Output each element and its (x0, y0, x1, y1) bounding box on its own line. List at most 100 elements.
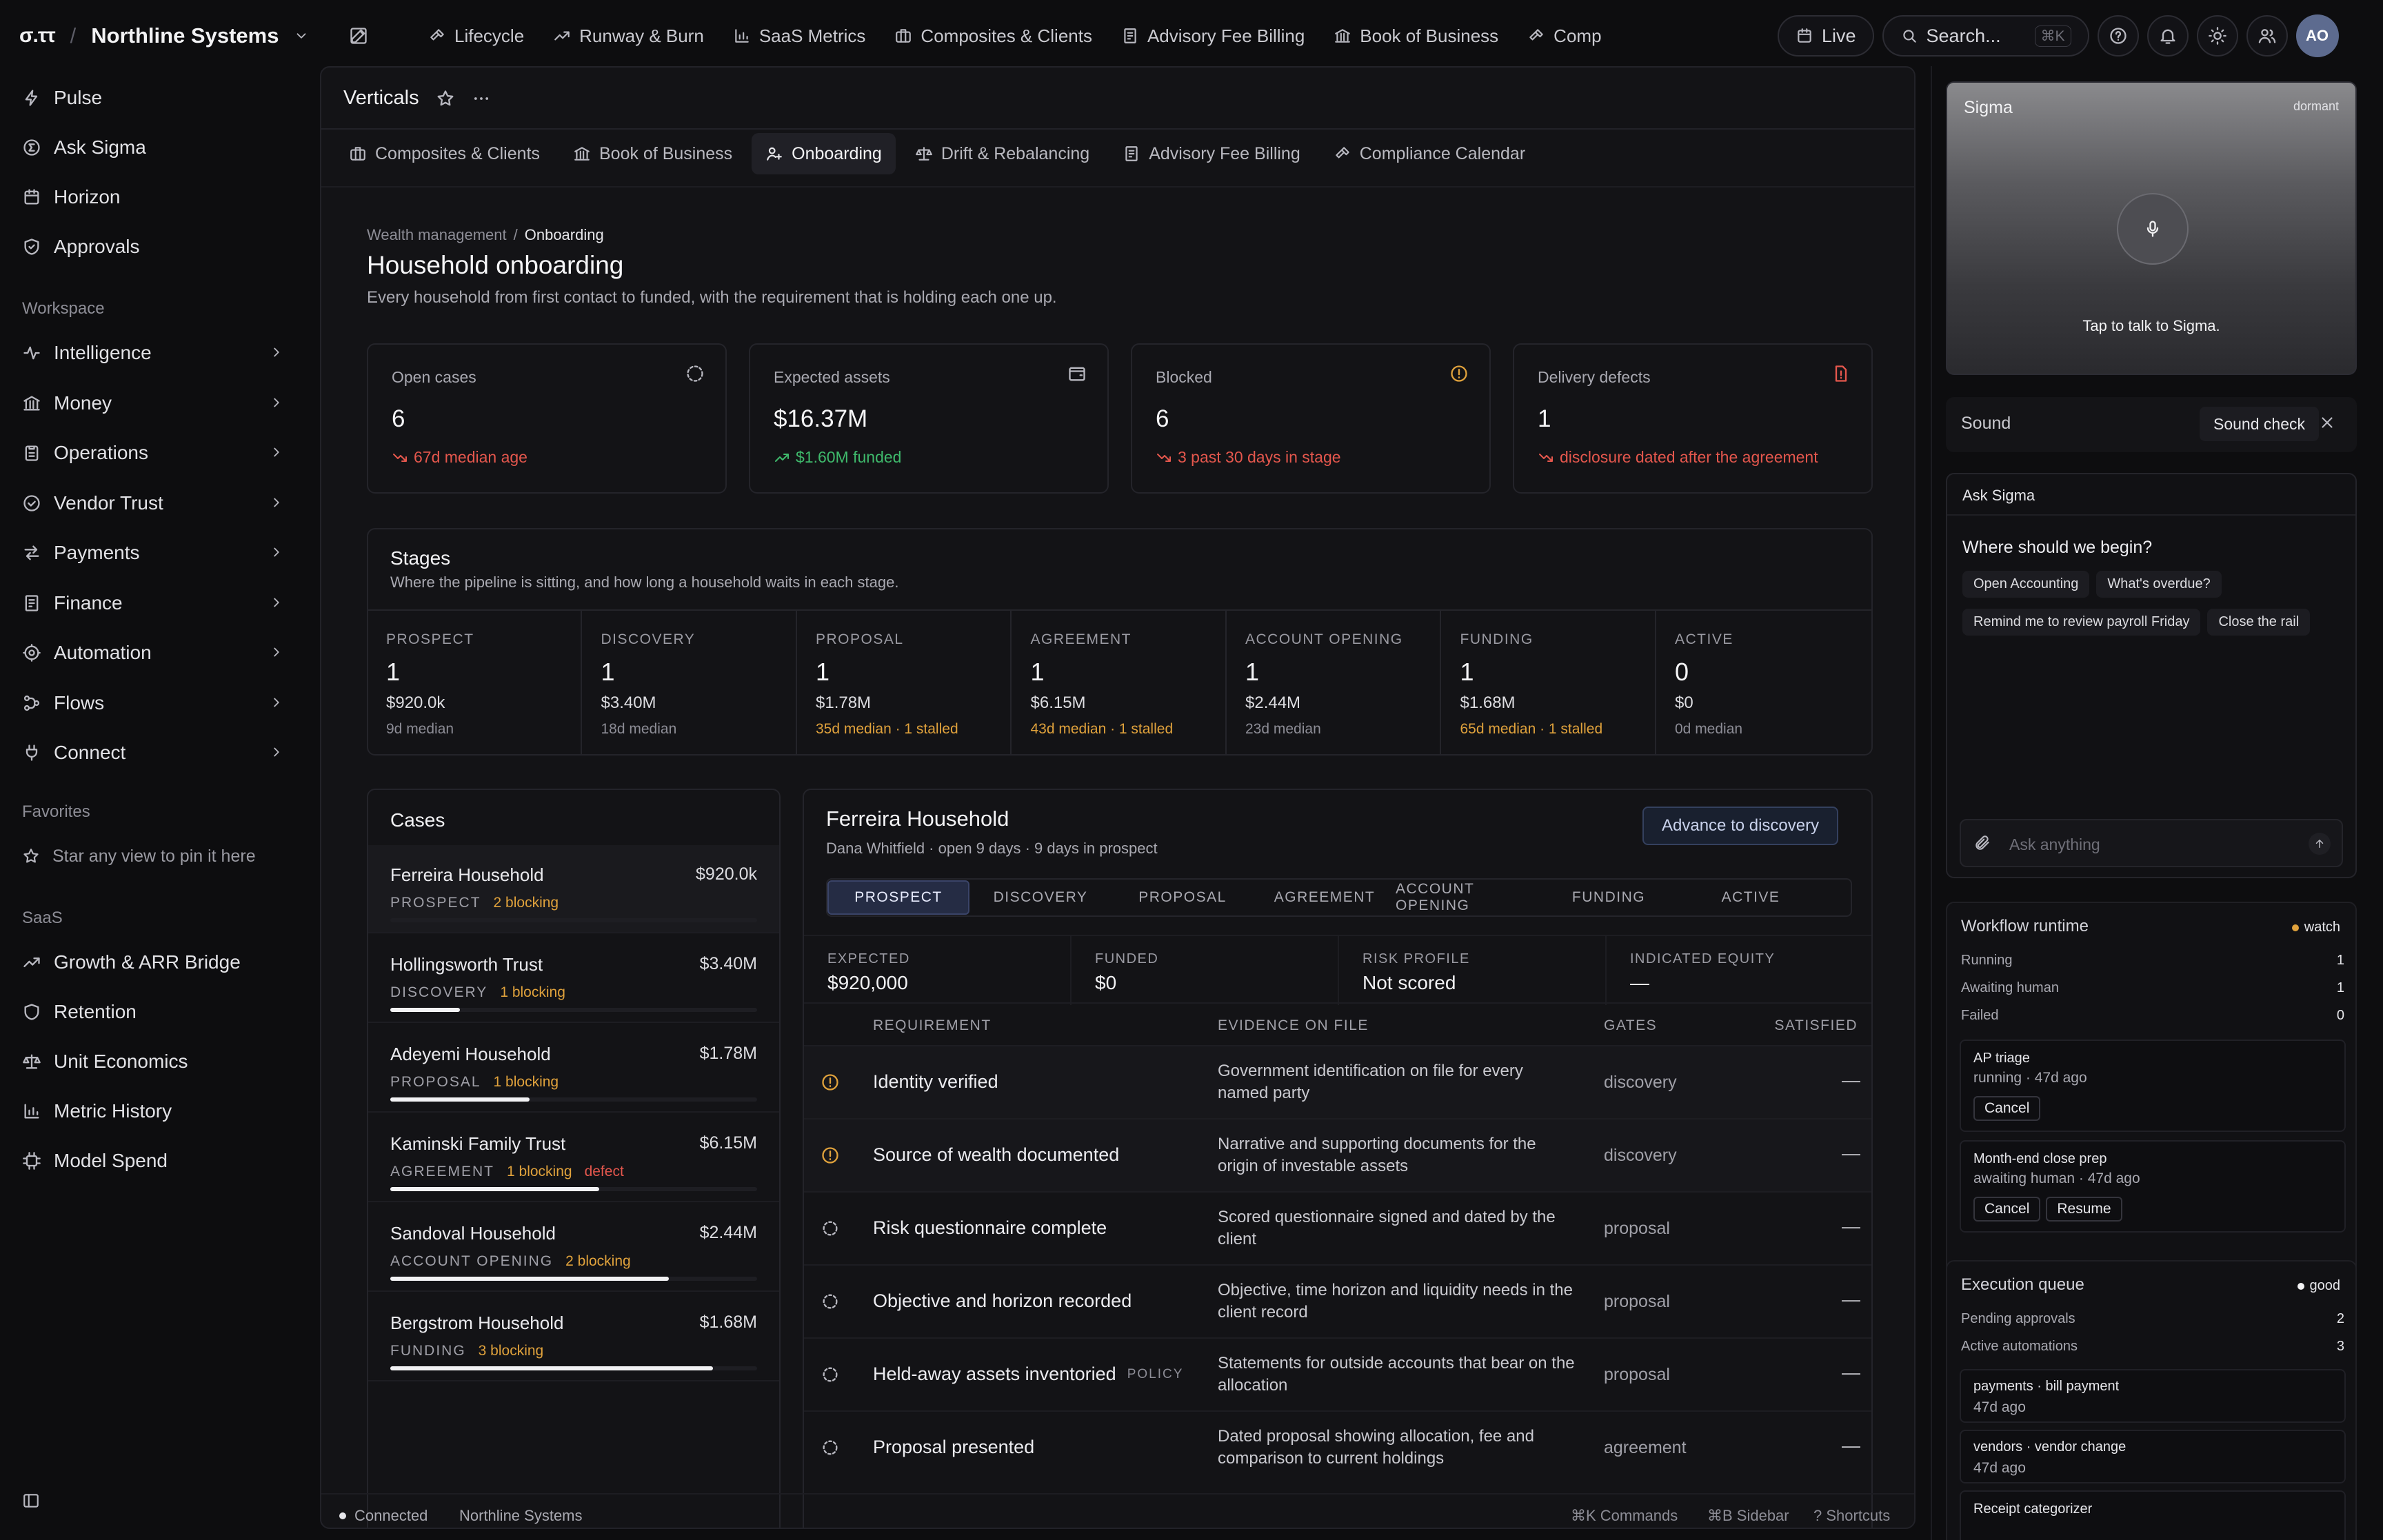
chip-overdue[interactable]: What's overdue? (2096, 571, 2222, 598)
topnav-advisory-fee[interactable]: Advisory Fee Billing (1107, 18, 1319, 54)
queue-item[interactable]: vendors · vendor change 47d ago (1960, 1430, 2346, 1483)
stage-active[interactable]: ACTIVE 0 $0 0d median (1657, 611, 1871, 756)
sigma-voice-card: Sigma dormant Tap to talk to Sigma. (1946, 81, 2357, 375)
tab-composites[interactable]: Composites & Clients (335, 133, 554, 174)
topnav-runway[interactable]: Runway & Burn (539, 18, 718, 54)
ask-input[interactable]: Ask anything (1960, 819, 2343, 867)
more-icon[interactable] (472, 89, 491, 108)
sound-label: Sound (1961, 414, 2011, 433)
sidebar-item-approvals[interactable]: Approvals (22, 230, 284, 263)
queue-item[interactable]: Receipt categorizer (1960, 1490, 2346, 1540)
theme-button[interactable] (2196, 15, 2238, 57)
clipboard-icon (22, 443, 41, 463)
chip-close-rail[interactable]: Close the rail (2207, 609, 2311, 636)
pipeline-agreement[interactable]: AGREEMENT (1254, 880, 1396, 915)
advance-button[interactable]: Advance to discovery (1642, 807, 1839, 845)
sidebar-item-ask-sigma[interactable]: Ask Sigma (22, 131, 284, 164)
sidebar-item-unit-economics[interactable]: Unit Economics (22, 1045, 284, 1078)
pipeline-funding[interactable]: FUNDING (1538, 880, 1680, 915)
sidebar-item-flows[interactable]: Flows (22, 687, 284, 720)
sidebar-item-model-spend[interactable]: Model Spend (22, 1144, 284, 1177)
case-row[interactable]: Bergstrom Household $1.68M FUNDING 3 bloc… (368, 1293, 779, 1381)
pipeline-active[interactable]: ACTIVE (1680, 880, 1822, 915)
org-switcher[interactable]: Northline Systems (91, 23, 279, 48)
pipeline-discovery[interactable]: DISCOVERY (969, 880, 1112, 915)
tab-compliance[interactable]: Compliance Calendar (1320, 133, 1539, 174)
help-button[interactable] (2097, 15, 2139, 57)
sidebar-item-finance[interactable]: Finance (22, 587, 284, 620)
requirement-row[interactable]: Source of wealth documented Narrative an… (804, 1118, 1871, 1191)
breadcrumb-parent[interactable]: Wealth management (367, 226, 507, 244)
queue-item[interactable]: payments · bill payment 47d ago (1960, 1369, 2346, 1423)
requirement-row[interactable]: Proposal presented Dated proposal showin… (804, 1410, 1871, 1483)
requirement-row[interactable]: Objective and horizon recorded Objective… (804, 1264, 1871, 1337)
close-icon[interactable] (2318, 414, 2336, 432)
sound-check-button[interactable]: Sound check (2200, 407, 2319, 441)
tab-book-of-business[interactable]: Book of Business (559, 133, 746, 174)
stage-account-opening[interactable]: ACCOUNT OPENING 1 $2.44M 23d median (1227, 611, 1441, 756)
stage-prospect[interactable]: PROSPECT 1 $920.0k 9d median (368, 611, 582, 756)
case-row[interactable]: Ferreira Household $920.0k PROSPECT 2 blo… (368, 845, 779, 933)
chevron-down-icon[interactable] (294, 28, 309, 43)
talk-button[interactable] (2117, 193, 2189, 265)
case-row[interactable]: Hollingsworth Trust $3.40M DISCOVERY 1 bl… (368, 935, 779, 1023)
cancel-button[interactable]: Cancel (1973, 1197, 2041, 1222)
metric-funded: FUNDED $0 (1072, 936, 1339, 1005)
star-icon[interactable] (436, 89, 455, 108)
sun-icon (2208, 26, 2227, 45)
cancel-button[interactable]: Cancel (1973, 1096, 2041, 1121)
ask-prompt: Where should we begin? (1962, 538, 2153, 557)
tab-drift[interactable]: Drift & Rebalancing (901, 133, 1103, 174)
sidebar-item-operations[interactable]: Operations (22, 436, 284, 469)
sidebar-item-money[interactable]: Money (22, 387, 284, 420)
pipeline-account-opening[interactable]: ACCOUNT OPENING (1396, 880, 1538, 915)
stage-proposal[interactable]: PROPOSAL 1 $1.78M 35d median · 1 stalled (798, 611, 1012, 756)
topnav-saas-metrics[interactable]: SaaS Metrics (718, 18, 881, 54)
resume-button[interactable]: Resume (2046, 1197, 2122, 1222)
sidebar-item-vendor-trust[interactable]: Vendor Trust (22, 487, 284, 520)
sidebar-item-growth[interactable]: Growth & ARR Bridge (22, 946, 284, 979)
chip-remind-payroll[interactable]: Remind me to review payroll Friday (1962, 609, 2201, 636)
tab-onboarding[interactable]: Onboarding (752, 133, 896, 174)
stage-agreement[interactable]: AGREEMENT 1 $6.15M 43d median · 1 stalle… (1013, 611, 1227, 756)
sidebar-item-automation[interactable]: Automation (22, 636, 284, 669)
team-button[interactable] (2246, 15, 2288, 57)
requirement-row[interactable]: Identity verified Government identificat… (804, 1045, 1871, 1118)
sidebar-item-connect[interactable]: Connect (22, 736, 284, 769)
edit-icon[interactable] (349, 26, 368, 45)
sidebar-item-intelligence[interactable]: Intelligence (22, 336, 284, 369)
case-row[interactable]: Kaminski Family Trust $6.15M AGREEMENT 1 … (368, 1114, 779, 1202)
topnav-lifecycle[interactable]: Lifecycle (414, 18, 539, 54)
requirement-row[interactable]: Risk questionnaire complete Scored quest… (804, 1191, 1871, 1264)
avatar[interactable]: AO (2295, 14, 2339, 57)
sidebar-toggle-icon[interactable] (22, 1492, 40, 1510)
pipeline-proposal[interactable]: PROPOSAL (1112, 880, 1254, 915)
case-row[interactable]: Sandoval Household $2.44M ACCOUNT OPENIN… (368, 1204, 779, 1292)
stage-discovery[interactable]: DISCOVERY 1 $3.40M 18d median (583, 611, 797, 756)
notifications-button[interactable] (2146, 15, 2189, 57)
chip-open-accounting[interactable]: Open Accounting (1962, 571, 2090, 598)
footer-commands[interactable]: ⌘K Commands (1571, 1507, 1678, 1525)
sidebar-item-metric-history[interactable]: Metric History (22, 1095, 284, 1128)
sidebar-item-payments[interactable]: Payments (22, 536, 284, 569)
stage-funding[interactable]: FUNDING 1 $1.68M 65d median · 1 stalled (1442, 611, 1656, 756)
sidebar-item-horizon[interactable]: Horizon (22, 181, 284, 214)
live-button[interactable]: Live (1778, 15, 1874, 57)
topnav-composites[interactable]: Composites & Clients (880, 18, 1107, 54)
send-icon[interactable] (2309, 833, 2331, 855)
case-row[interactable]: Adeyemi Household $1.78M PROPOSAL 1 block… (368, 1024, 779, 1113)
tab-advisory-fee[interactable]: Advisory Fee Billing (1109, 133, 1314, 174)
paperclip-icon[interactable] (1973, 834, 1991, 852)
sidebar-item-retention[interactable]: Retention (22, 995, 284, 1029)
pipeline-prospect[interactable]: PROSPECT (827, 880, 969, 915)
search-input[interactable]: Search... ⌘K (1882, 15, 2089, 57)
topnav-book-of-business[interactable]: Book of Business (1319, 18, 1513, 54)
footer-sidebar[interactable]: ⌘B Sidebar (1707, 1507, 1789, 1525)
requirement-row[interactable]: Held-away assets inventoried POLICY State… (804, 1337, 1871, 1410)
chevron-right-icon (269, 595, 284, 610)
briefcase-icon (894, 27, 912, 45)
footer-shortcuts[interactable]: ? Shortcuts (1813, 1507, 1890, 1525)
sidebar-item-pulse[interactable]: Pulse (22, 81, 284, 114)
chevron-right-icon (269, 345, 284, 360)
topnav-comp[interactable]: Comp (1513, 18, 1616, 54)
